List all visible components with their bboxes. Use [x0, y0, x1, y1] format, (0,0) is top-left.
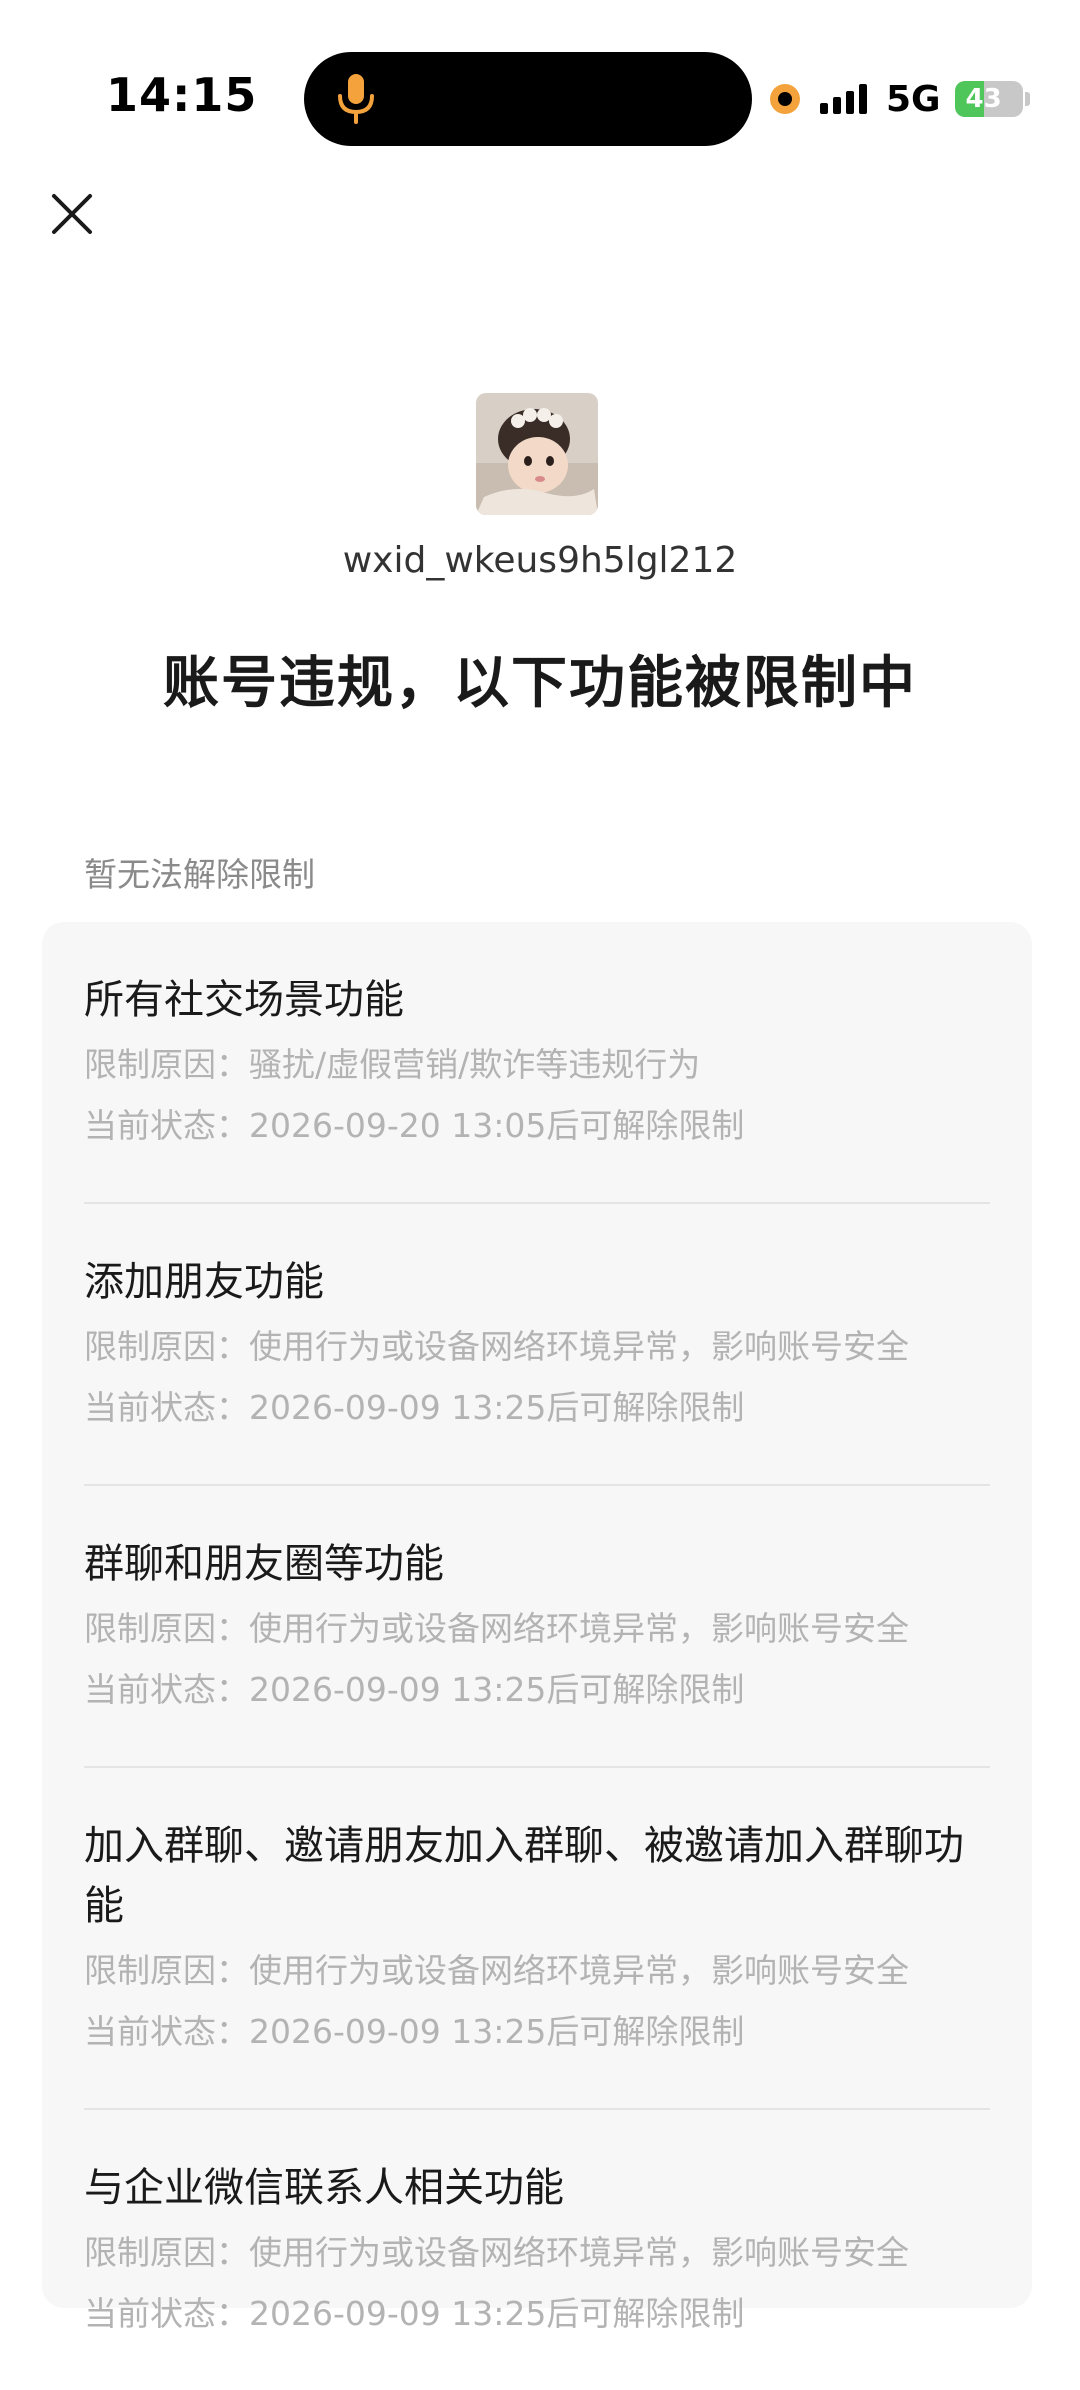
restriction-title: 所有社交场景功能: [84, 977, 404, 1023]
cellular-signal-icon: [820, 84, 872, 114]
restriction-status: 当前状态：2026-09-09 13:25后可解除限制: [84, 1670, 745, 1709]
battery-level: 43: [965, 84, 1002, 114]
status-indicators: 5G 43: [770, 74, 1030, 124]
restriction-status: 当前状态：2026-09-09 13:25后可解除限制: [84, 2012, 745, 2051]
restriction-item: 加入群聊、邀请朋友加入群聊、被邀请加入群聊功能 限制原因：使用行为或设备网络环境…: [84, 1768, 990, 2110]
close-icon[interactable]: [44, 186, 100, 242]
status-time: 14:15: [106, 68, 258, 122]
dynamic-island: [304, 52, 752, 146]
restriction-item: 所有社交场景功能 限制原因：骚扰/虚假营销/欺诈等违规行为 当前状态：2026-…: [84, 922, 990, 1204]
network-type: 5G: [886, 78, 941, 120]
restriction-reason: 限制原因：使用行为或设备网络环境异常，影响账号安全: [84, 1609, 909, 1648]
battery-icon: 43: [954, 81, 1023, 117]
user-id: wxid_wkeus9h5lgl212: [342, 540, 738, 581]
restriction-title: 加入群聊、邀请朋友加入群聊、被邀请加入群聊功能: [84, 1823, 964, 1929]
recording-dot-icon: [770, 84, 800, 114]
battery-cap: [1024, 92, 1030, 106]
restriction-status: 当前状态：2026-09-09 13:25后可解除限制: [84, 1388, 745, 1427]
restriction-title: 群聊和朋友圈等功能: [84, 1541, 444, 1587]
restriction-item: 与企业微信联系人相关功能 限制原因：使用行为或设备网络环境异常，影响账号安全 当…: [84, 2110, 990, 2390]
restriction-reason: 限制原因：使用行为或设备网络环境异常，影响账号安全: [84, 2233, 909, 2272]
section-label: 暂无法解除限制: [84, 855, 315, 894]
restriction-item: 添加朋友功能 限制原因：使用行为或设备网络环境异常，影响账号安全 当前状态：20…: [84, 1204, 990, 1486]
restriction-item: 群聊和朋友圈等功能 限制原因：使用行为或设备网络环境异常，影响账号安全 当前状态…: [84, 1486, 990, 1768]
avatar: [476, 393, 598, 515]
restriction-reason: 限制原因：使用行为或设备网络环境异常，影响账号安全: [84, 1951, 909, 1990]
restriction-reason: 限制原因：使用行为或设备网络环境异常，影响账号安全: [84, 1327, 909, 1366]
restriction-reason: 限制原因：骚扰/虚假营销/欺诈等违规行为: [84, 1045, 701, 1084]
restriction-status: 当前状态：2026-09-20 13:05后可解除限制: [84, 1106, 745, 1145]
restriction-status: 当前状态：2026-09-09 13:25后可解除限制: [84, 2294, 745, 2333]
microphone-icon: [338, 74, 374, 124]
restrictions-card: 所有社交场景功能 限制原因：骚扰/虚假营销/欺诈等违规行为 当前状态：2026-…: [42, 922, 1032, 2333]
page-title: 账号违规，以下功能被限制中: [163, 651, 917, 716]
restriction-title: 与企业微信联系人相关功能: [84, 2165, 564, 2211]
restriction-title: 添加朋友功能: [84, 1259, 324, 1305]
